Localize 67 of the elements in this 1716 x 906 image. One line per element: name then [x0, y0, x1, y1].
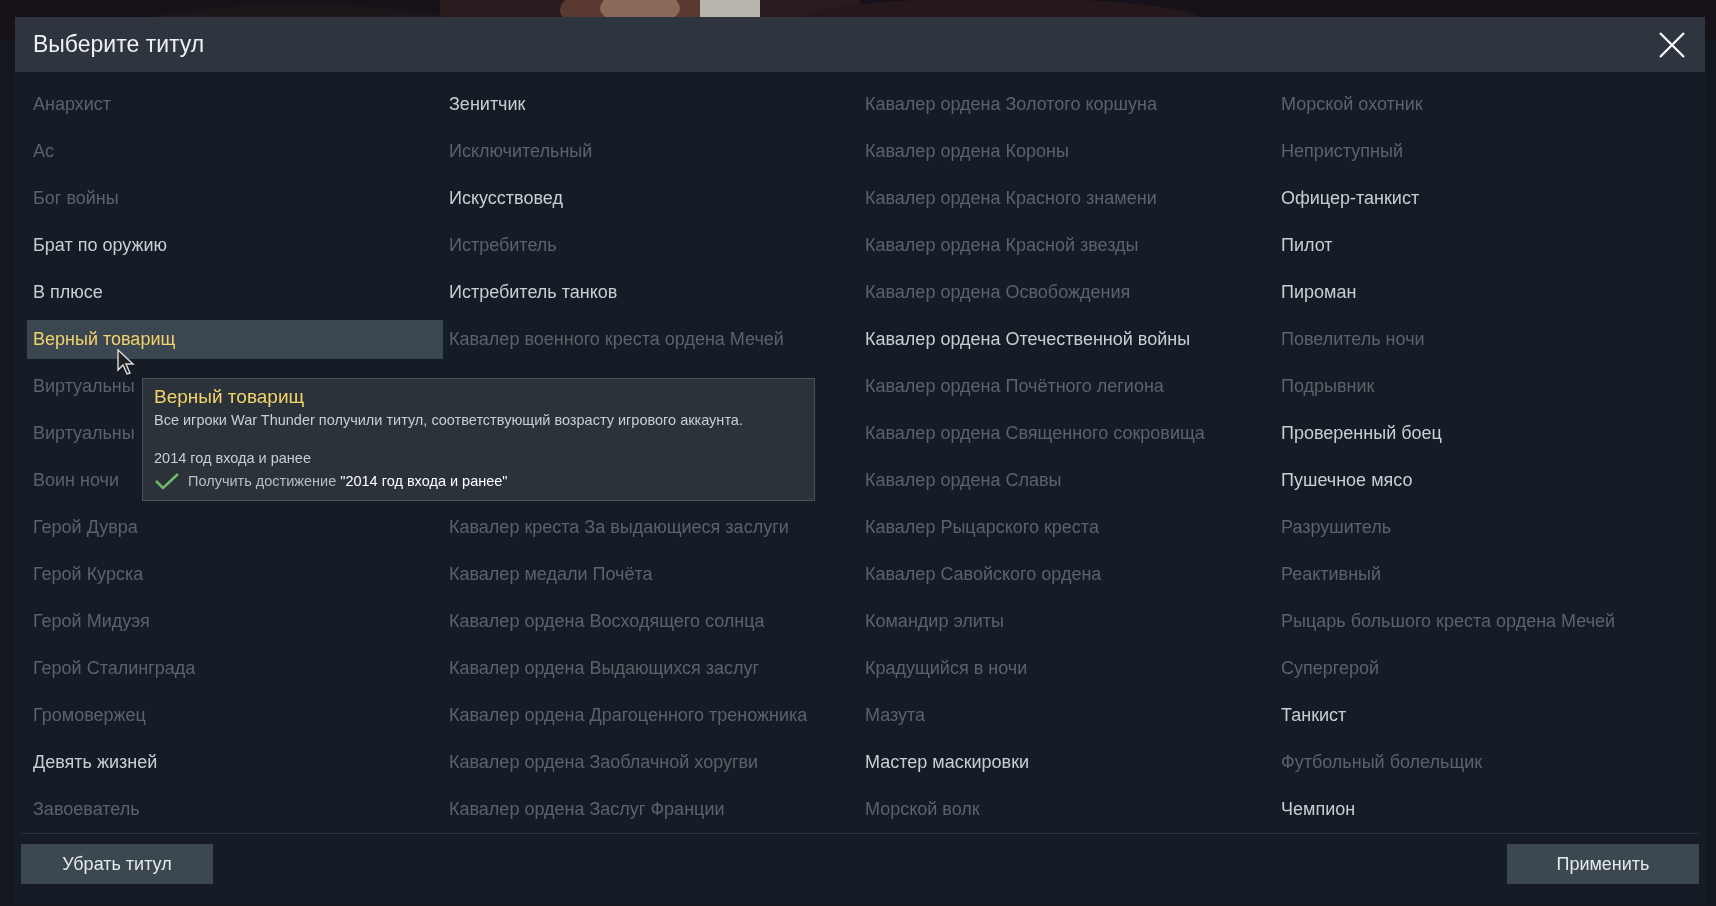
title-option[interactable]: Кавалер ордена Золотого коршуна [859, 85, 1275, 124]
title-option[interactable]: Ас [27, 132, 443, 171]
title-option[interactable]: Супергерой [1275, 649, 1691, 688]
title-option[interactable]: Истребитель танков [443, 273, 859, 312]
title-option[interactable]: Истребитель [443, 226, 859, 265]
title-option[interactable]: Проверенный боец [1275, 414, 1691, 453]
title-option[interactable]: Герой Дувра [27, 508, 443, 547]
title-option[interactable]: Чемпион [1275, 790, 1691, 829]
title-option[interactable]: Кавалер ордена Отечественной войны [859, 320, 1275, 359]
title-option[interactable]: Завоеватель [27, 790, 443, 829]
dialog-title: Выберите титул [33, 31, 205, 58]
title-option[interactable]: Неприступный [1275, 132, 1691, 171]
tooltip-description: Все игроки War Thunder получили титул, соответствующий возрасту игрового аккаунта. [154, 412, 743, 428]
requirement-text: Получить достижение "2014 год входа и ранее" [188, 473, 508, 489]
title-option[interactable]: Кавалер ордена Драгоценного треножника [443, 696, 859, 735]
apply-button[interactable]: Применить [1507, 844, 1699, 884]
title-option[interactable]: Мастер маскировки [859, 743, 1275, 782]
title-option[interactable]: Морской охотник [1275, 85, 1691, 124]
title-option[interactable]: В плюсе [27, 273, 443, 312]
title-option[interactable]: Кавалер ордена Заслуг Франции [443, 790, 859, 829]
tooltip-condition: 2014 год входа и ранее [154, 450, 311, 466]
title-option[interactable]: Кавалер медали Почёта [443, 555, 859, 594]
title-option[interactable]: Кавалер военного креста ордена Мечей [443, 320, 859, 359]
title-option[interactable]: Реактивный [1275, 555, 1691, 594]
tooltip-title: Верный товарищ [154, 386, 305, 408]
title-option[interactable]: Кавалер ордена Заоблачной хоругви [443, 743, 859, 782]
title-option[interactable]: Верный товарищ [27, 320, 443, 359]
title-option[interactable]: Повелитель ночи [1275, 320, 1691, 359]
title-option[interactable]: Анархист [27, 85, 443, 124]
title-option[interactable]: Кавалер ордена Выдающихся заслуг [443, 649, 859, 688]
title-option[interactable]: Кавалер ордена Короны [859, 132, 1275, 171]
title-option[interactable]: Герой Курска [27, 555, 443, 594]
title-option[interactable]: Рыцарь большого креста ордена Мечей [1275, 602, 1691, 641]
title-option[interactable]: Пушечное мясо [1275, 461, 1691, 500]
title-option[interactable]: Герой Мидуэя [27, 602, 443, 641]
close-icon [1659, 31, 1685, 58]
title-option[interactable]: Пилот [1275, 226, 1691, 265]
title-option[interactable]: Офицер-танкист [1275, 179, 1691, 218]
title-option[interactable]: Герой Сталинграда [27, 649, 443, 688]
title-option[interactable]: Кавалер Савойского ордена [859, 555, 1275, 594]
title-option[interactable]: Громовержец [27, 696, 443, 735]
title-option[interactable]: Кавалер креста За выдающиеся заслуги [443, 508, 859, 547]
title-option[interactable]: Танкист [1275, 696, 1691, 735]
title-option[interactable]: Футбольный болельщик [1275, 743, 1691, 782]
title-option[interactable]: Девять жизней [27, 743, 443, 782]
remove-title-button[interactable]: Убрать титул [21, 844, 213, 884]
title-option[interactable]: Брат по оружию [27, 226, 443, 265]
title-option[interactable]: Кавалер ордена Священного сокровища [859, 414, 1275, 453]
title-option[interactable]: Кавалер ордена Славы [859, 461, 1275, 500]
title-option[interactable]: Мазута [859, 696, 1275, 735]
title-option[interactable]: Кавалер ордена Освобождения [859, 273, 1275, 312]
title-option[interactable]: Подрывник [1275, 367, 1691, 406]
title-option[interactable]: Бог войны [27, 179, 443, 218]
title-option[interactable]: Исключительный [443, 132, 859, 171]
title-option[interactable]: Пироман [1275, 273, 1691, 312]
title-option[interactable]: Кавалер ордена Восходящего солнца [443, 602, 859, 641]
title-option[interactable]: Кавалер ордена Красной звезды [859, 226, 1275, 265]
title-option[interactable]: Зенитчик [443, 85, 859, 124]
title-option[interactable]: Крадущийся в ночи [859, 649, 1275, 688]
title-option[interactable]: Разрушитель [1275, 508, 1691, 547]
title-option[interactable]: Командир элиты [859, 602, 1275, 641]
cursor-icon [117, 349, 137, 375]
title-option[interactable]: Кавалер Рыцарского креста [859, 508, 1275, 547]
title-option[interactable]: Искусствовед [443, 179, 859, 218]
title-option[interactable]: Кавалер ордена Почётного легиона [859, 367, 1275, 406]
title-option[interactable]: Кавалер ордена Красного знамени [859, 179, 1275, 218]
title-option[interactable]: Морской волк [859, 790, 1275, 829]
